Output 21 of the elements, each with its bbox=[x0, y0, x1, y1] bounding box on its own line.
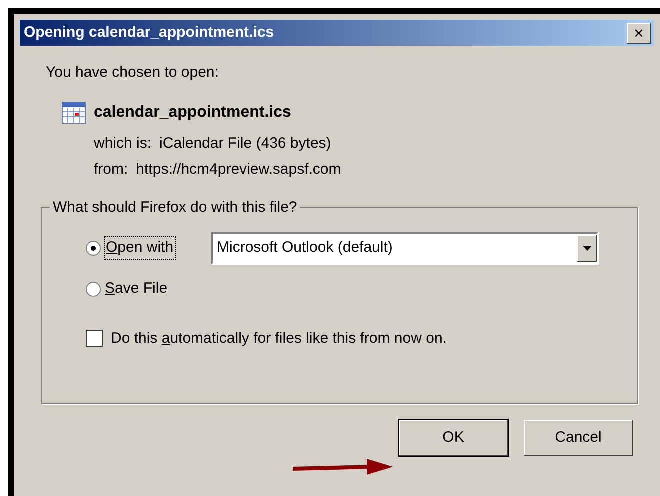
info-label: which is: bbox=[94, 134, 152, 154]
app-dropdown[interactable]: Microsoft Outlook (default) bbox=[211, 232, 599, 264]
option-label[interactable]: Save File bbox=[105, 278, 168, 300]
info-label: from: bbox=[94, 160, 128, 180]
dropdown-arrow-button[interactable] bbox=[577, 234, 597, 262]
caret-icon bbox=[582, 246, 592, 250]
close-button[interactable]: × bbox=[627, 22, 651, 44]
cancel-button[interactable]: Cancel bbox=[524, 420, 633, 456]
dropdown-value: Microsoft Outlook (default) bbox=[217, 238, 393, 258]
radio-button[interactable] bbox=[86, 282, 101, 296]
file-name: calendar_appointment.ics bbox=[94, 102, 292, 122]
checkbox-label[interactable]: Do this automatically for files like this from now on. bbox=[111, 328, 447, 350]
radio-button[interactable] bbox=[86, 240, 101, 256]
calendar-icon bbox=[62, 102, 86, 124]
intro-text: You have chosen to open: bbox=[46, 63, 220, 83]
ok-button[interactable]: OK bbox=[399, 420, 508, 456]
info-value: https://hcm4preview.sapsf.com bbox=[136, 160, 342, 180]
info-value: iCalendar File (436 bytes) bbox=[160, 134, 332, 154]
option-label[interactable]: Open with bbox=[105, 236, 175, 260]
checkbox[interactable] bbox=[86, 330, 103, 348]
window-title: Opening calendar_appointment.ics bbox=[24, 22, 274, 43]
